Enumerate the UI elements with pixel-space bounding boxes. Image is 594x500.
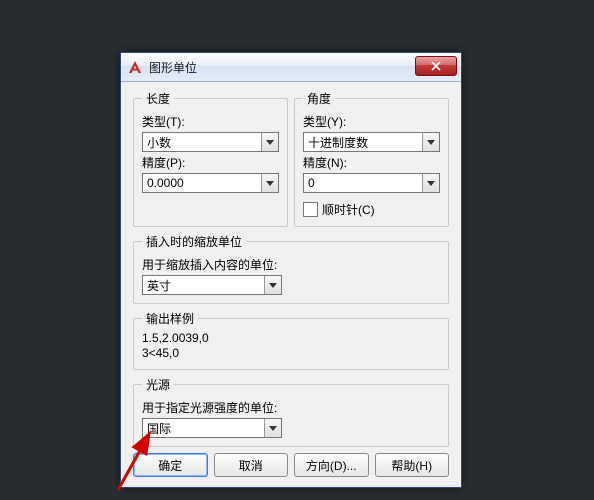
close-button[interactable] — [415, 56, 457, 76]
insert-scale-legend: 插入时的缩放单位 — [142, 233, 246, 250]
length-precision-select[interactable]: 0.0000 — [142, 173, 279, 193]
dialog-title: 图形单位 — [149, 59, 197, 76]
direction-button[interactable]: 方向(D)... — [294, 453, 369, 477]
help-button[interactable]: 帮助(H) — [375, 453, 450, 477]
button-row: 确定 取消 方向(D)... 帮助(H) — [133, 453, 449, 477]
units-dialog: 图形单位 长度 类型(T): 小数 精度(P): 0.0000 角度 — [120, 52, 462, 488]
angle-type-value: 十进制度数 — [308, 134, 368, 151]
length-precision-value: 0.0000 — [147, 176, 184, 190]
angle-legend: 角度 — [303, 90, 335, 107]
chevron-down-icon — [264, 276, 281, 294]
chevron-down-icon — [422, 174, 439, 192]
chevron-down-icon — [264, 419, 281, 437]
light-select[interactable]: 国际 — [142, 418, 282, 438]
chevron-down-icon — [261, 174, 278, 192]
chevron-down-icon — [422, 133, 439, 151]
titlebar[interactable]: 图形单位 — [121, 53, 461, 82]
light-desc: 用于指定光源强度的单位: — [142, 399, 440, 416]
light-group: 光源 用于指定光源强度的单位: 国际 — [133, 376, 449, 447]
sample-legend: 输出样例 — [142, 310, 198, 327]
insert-scale-desc: 用于缩放插入内容的单位: — [142, 256, 440, 273]
ok-button[interactable]: 确定 — [133, 453, 208, 477]
sample-text: 1.5,2.0039,0 3<45,0 — [142, 331, 440, 361]
angle-type-select[interactable]: 十进制度数 — [303, 132, 440, 152]
angle-type-label: 类型(Y): — [303, 113, 440, 130]
chevron-down-icon — [261, 133, 278, 151]
length-type-value: 小数 — [147, 134, 171, 151]
light-value: 国际 — [147, 420, 171, 437]
insert-scale-value: 英寸 — [147, 277, 171, 294]
length-type-select[interactable]: 小数 — [142, 132, 279, 152]
app-icon — [127, 59, 143, 75]
sample-group: 输出样例 1.5,2.0039,0 3<45,0 — [133, 310, 449, 370]
length-group: 长度 类型(T): 小数 精度(P): 0.0000 — [133, 90, 288, 227]
light-legend: 光源 — [142, 376, 174, 393]
angle-group: 角度 类型(Y): 十进制度数 精度(N): 0 顺时针(C) — [294, 90, 449, 227]
clockwise-checkbox[interactable] — [303, 202, 318, 217]
insert-scale-select[interactable]: 英寸 — [142, 275, 282, 295]
dialog-content: 长度 类型(T): 小数 精度(P): 0.0000 角度 类型(Y): 十进制… — [121, 82, 461, 487]
length-precision-label: 精度(P): — [142, 154, 279, 171]
length-legend: 长度 — [142, 90, 174, 107]
cancel-button[interactable]: 取消 — [214, 453, 289, 477]
clockwise-label: 顺时针(C) — [322, 201, 375, 218]
angle-precision-label: 精度(N): — [303, 154, 440, 171]
length-type-label: 类型(T): — [142, 113, 279, 130]
angle-precision-select[interactable]: 0 — [303, 173, 440, 193]
insert-scale-group: 插入时的缩放单位 用于缩放插入内容的单位: 英寸 — [133, 233, 449, 304]
angle-precision-value: 0 — [308, 176, 315, 190]
